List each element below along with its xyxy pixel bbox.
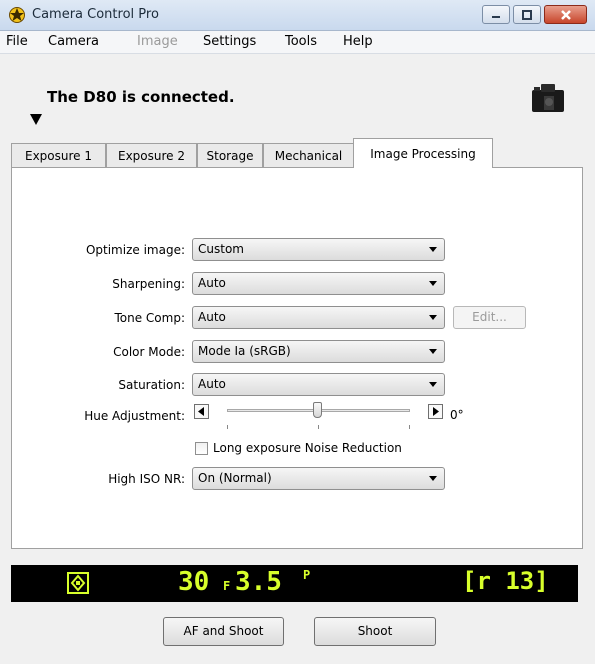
high-iso-value: On (Normal) [198,471,272,485]
tone-comp-value: Auto [198,310,226,324]
sharpening-value: Auto [198,276,226,290]
saturation-select[interactable]: Auto [192,373,445,396]
window-title: Camera Control Pro [32,7,159,22]
chevron-down-icon [429,476,437,481]
hue-value: 0° [450,408,464,422]
hue-slider-thumb[interactable] [313,402,322,418]
chevron-down-icon [429,382,437,387]
optimize-label: Optimize image: [85,243,185,257]
menu-image[interactable]: Image [137,34,178,49]
sharpening-select[interactable]: Auto [192,272,445,295]
hue-increase-button[interactable] [428,404,443,419]
menu-settings[interactable]: Settings [203,34,256,49]
exposure-mode: P [303,568,311,582]
tab-exposure-2[interactable]: Exposure 2 [106,143,197,167]
minimize-icon [492,15,500,18]
arrow-right-icon [433,407,439,416]
matrix-metering-icon [67,572,89,594]
maximize-icon [522,9,532,20]
connection-status: The D80 is connected. [47,88,235,106]
menu-tools[interactable]: Tools [285,34,317,49]
close-button[interactable] [544,5,587,24]
menu-file[interactable]: File [6,34,28,49]
aperture-prefix: F [223,579,231,593]
long-exposure-checkbox[interactable] [195,442,208,455]
aperture-value: 3.5 [235,567,282,597]
high-iso-label: High ISO NR: [108,472,185,486]
color-mode-select[interactable]: Mode Ia (sRGB) [192,340,445,363]
hue-decrease-button[interactable] [194,404,209,419]
maximize-button[interactable] [513,5,541,24]
menu-camera[interactable]: Camera [48,34,99,49]
frames-remaining: [r 13] [462,567,549,595]
high-iso-select[interactable]: On (Normal) [192,467,445,490]
saturation-label: Saturation: [118,378,185,392]
camera-lcd: 30 F 3.5 P [r 13] [11,565,578,602]
shutter-speed: 30 [178,567,210,597]
slider-tick [409,425,410,429]
slider-tick [227,425,228,429]
minimize-button[interactable] [482,5,510,24]
edit-button[interactable]: Edit... [453,306,526,329]
af-and-shoot-button[interactable]: AF and Shoot [163,617,284,646]
collapse-arrow-icon[interactable] [30,114,42,125]
tab-storage[interactable]: Storage [197,143,263,167]
tab-mechanical[interactable]: Mechanical [263,143,354,167]
close-icon [560,9,571,20]
aperture-app-icon [9,7,25,23]
menu-help[interactable]: Help [343,34,373,49]
chevron-down-icon [429,349,437,354]
tab-image-processing[interactable]: Image Processing [353,138,493,168]
saturation-value: Auto [198,377,226,391]
color-mode-label: Color Mode: [113,345,185,359]
optimize-value: Custom [198,242,244,256]
chevron-down-icon [429,315,437,320]
tab-exposure-1[interactable]: Exposure 1 [11,143,106,167]
optimize-select[interactable]: Custom [192,238,445,261]
shoot-button[interactable]: Shoot [314,617,436,646]
menu-bar: File Camera Image Settings Tools Help [0,31,595,54]
arrow-left-icon [198,407,204,416]
hue-label: Hue Adjustment: [84,409,185,423]
tone-comp-select[interactable]: Auto [192,306,445,329]
chevron-down-icon [429,247,437,252]
sharpening-label: Sharpening: [112,277,185,291]
slider-tick [318,425,319,429]
tone-comp-label: Tone Comp: [114,311,185,325]
camera-icon [532,84,564,112]
long-exposure-label[interactable]: Long exposure Noise Reduction [213,441,402,455]
color-mode-value: Mode Ia (sRGB) [198,344,291,358]
chevron-down-icon [429,281,437,286]
